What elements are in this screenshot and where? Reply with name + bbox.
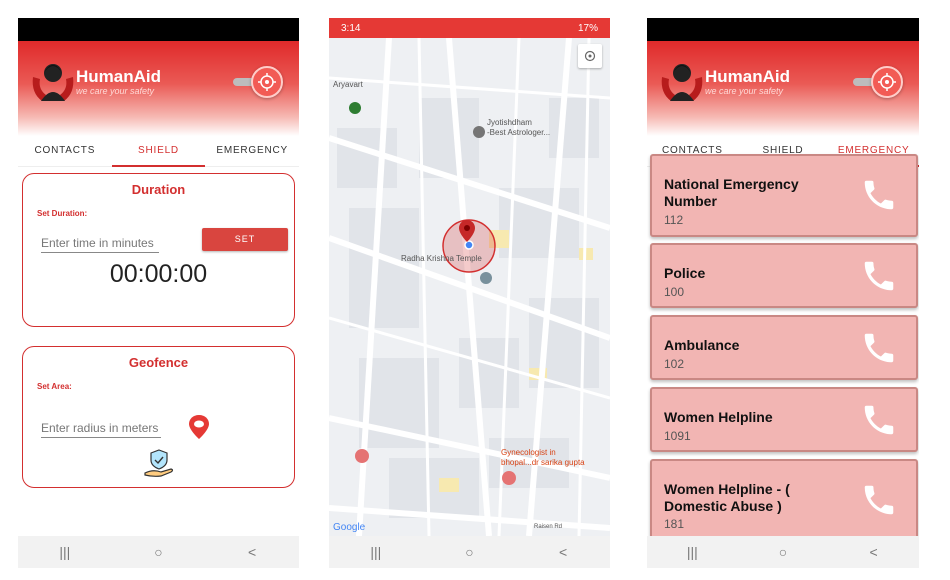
tab-bar: CONTACTS SHIELD EMERGENCY	[18, 136, 299, 167]
radius-input[interactable]: Enter radius in meters	[41, 421, 161, 438]
back-button[interactable]: <	[232, 544, 272, 560]
set-button[interactable]: SET	[202, 228, 288, 251]
crosshair-icon-3	[878, 73, 896, 91]
emergency-number: 102	[664, 357, 685, 371]
shield-screen: HumanAid we care your safety CONTACTS SH…	[18, 18, 299, 568]
emergency-card[interactable]: National Emergency Number 112	[650, 154, 918, 237]
map-label-road: Raisen Rd	[534, 524, 563, 530]
map-label-aryavart: Aryavart	[333, 80, 363, 89]
map-screen: 3:14 17% Aryavart Jyotishdham -Best Astr…	[329, 18, 610, 568]
home-button[interactable]: ○	[138, 544, 178, 560]
shield-toggle-3[interactable]	[871, 66, 903, 98]
phone-status-bar: 3:14 17%	[329, 18, 610, 38]
emergency-name: Women Helpline	[664, 409, 773, 425]
app-title-3: HumanAid	[705, 67, 790, 86]
my-location-button[interactable]	[578, 44, 602, 68]
back-button-2[interactable]: <	[543, 544, 583, 560]
back-button-3[interactable]: <	[854, 544, 894, 560]
emergency-name: Police	[664, 265, 706, 281]
emergency-number: 181	[664, 517, 685, 531]
emergency-card[interactable]: Women Helpline 1091	[650, 387, 918, 452]
shield-toggle[interactable]	[251, 66, 283, 98]
geofence-title: Geofence	[128, 355, 189, 370]
duration-title: Duration	[131, 182, 186, 197]
status-battery: 17%	[577, 22, 598, 34]
set-duration-label: Set Duration:	[37, 209, 88, 218]
tab-contacts[interactable]: CONTACTS	[18, 136, 112, 166]
recents-button-3[interactable]: |||	[672, 544, 712, 560]
phone-icon[interactable]	[860, 176, 898, 214]
geofence-card: Geofence Set Area: Enter radius in meter…	[22, 346, 295, 488]
phone-icon[interactable]	[860, 401, 898, 439]
status-time: 3:14	[341, 22, 361, 34]
app-subtitle: we care your safety	[76, 86, 155, 96]
duration-card: Duration Set Duration: Enter time in min…	[22, 173, 295, 327]
tab-shield[interactable]: SHIELD	[111, 136, 206, 167]
map-label-gynecologist-2: bhopal...dr sarika gupta	[501, 458, 585, 467]
emergency-card[interactable]: Ambulance 102	[650, 315, 918, 380]
map-label-gynecologist: Gynecologist in	[501, 448, 556, 457]
map-label-temple: Radha Krishna Temple	[401, 254, 482, 263]
shield-hand-icon	[144, 449, 174, 477]
emergency-screen: HumanAid we care your safety CONTACTS SH…	[647, 18, 919, 568]
app-title: HumanAid	[76, 67, 161, 86]
humanaid-logo-icon-3	[661, 64, 703, 101]
target-icon	[584, 50, 596, 62]
crosshair-icon	[258, 73, 276, 91]
duration-input[interactable]: Enter time in minutes	[41, 236, 159, 253]
emergency-number: 112	[664, 213, 684, 227]
emergency-card[interactable]: Women Helpline - ( Domestic Abuse ) 181	[650, 459, 918, 539]
phone-icon[interactable]	[860, 257, 898, 295]
emergency-name: Women Helpline - ( Domestic Abuse )	[664, 481, 790, 514]
status-bar	[18, 18, 299, 41]
android-nav-bar: ||| ○ <	[18, 536, 299, 568]
map-label-astrologer: -Best Astrologer...	[487, 128, 551, 137]
humanaid-logo-icon	[32, 64, 74, 101]
phone-icon[interactable]	[860, 481, 898, 519]
emergency-name: National Emergency Number	[664, 176, 799, 209]
home-button-3[interactable]: ○	[763, 544, 803, 560]
emergency-number: 100	[664, 285, 685, 299]
app-header-3: HumanAid we care your safety	[647, 41, 919, 136]
app-header: HumanAid we care your safety	[18, 41, 299, 136]
android-nav-bar-3: ||| ○ <	[647, 536, 919, 568]
home-button-2[interactable]: ○	[449, 544, 489, 560]
tab-emergency[interactable]: EMERGENCY	[205, 136, 299, 166]
emergency-name: Ambulance	[664, 337, 740, 353]
recents-button[interactable]: |||	[45, 544, 85, 560]
app-subtitle-3: we care your safety	[705, 86, 784, 96]
map-label-jyotishdham: Jyotishdham	[487, 118, 532, 127]
set-area-label: Set Area:	[37, 382, 72, 391]
android-nav-bar-2: ||| ○ <	[329, 536, 610, 568]
emergency-card[interactable]: Police 100	[650, 243, 918, 308]
timer-display: 00:00:00	[109, 260, 208, 288]
emergency-number: 1091	[664, 429, 691, 443]
recents-button-2[interactable]: |||	[356, 544, 396, 560]
phone-icon[interactable]	[860, 329, 898, 367]
location-pin-icon[interactable]	[189, 415, 209, 439]
status-bar-3	[647, 18, 919, 41]
map-view[interactable]: Aryavart Jyotishdham -Best Astrologer...…	[329, 38, 610, 536]
google-logo: Google	[333, 522, 366, 533]
